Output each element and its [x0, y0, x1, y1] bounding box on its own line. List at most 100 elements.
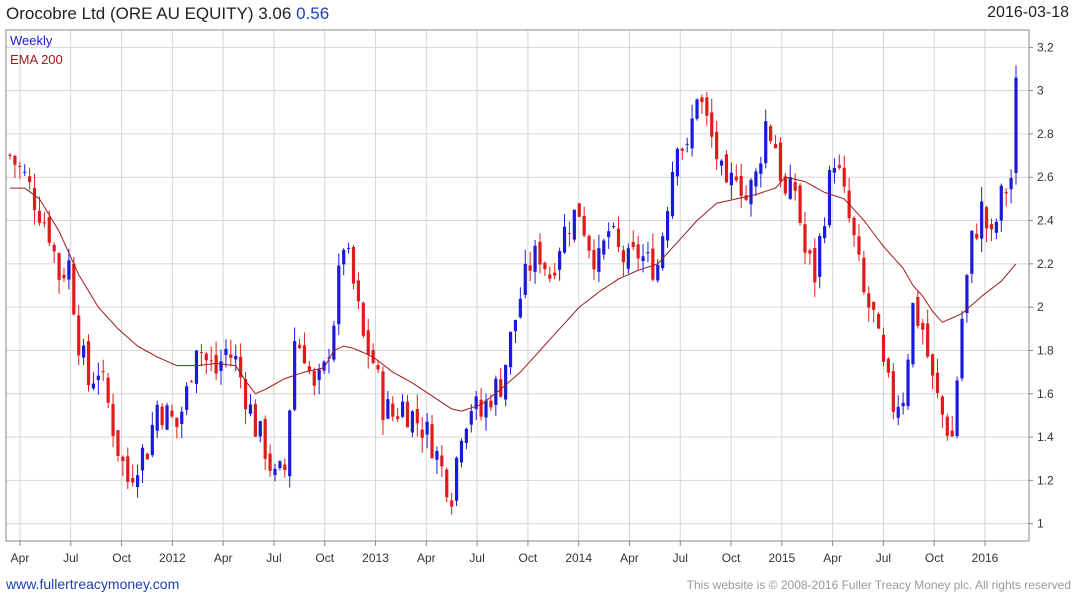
x-axis: Apr Jul Oct 2012 Apr Jul Oct 2013 Apr Jul Oct 2014 A… [11, 541, 999, 565]
candle-body [229, 354, 233, 358]
candle-body [209, 360, 213, 362]
candle-body [881, 334, 886, 363]
candle-body [145, 453, 150, 460]
candle-body [970, 230, 974, 274]
grid [6, 30, 1029, 541]
candle-body [773, 144, 778, 149]
y-tick-label: 1.2 [1037, 473, 1054, 487]
candle-body [1004, 191, 1008, 194]
candle-body [852, 217, 856, 236]
candle-body [940, 396, 944, 415]
candle-body [631, 241, 635, 248]
x-tick-label: Oct [925, 551, 944, 565]
candle-body [621, 250, 626, 263]
candle-body [867, 293, 871, 308]
candle-body [651, 248, 655, 280]
candle-body [366, 330, 370, 355]
candle-body [396, 416, 400, 419]
candle-body [553, 272, 557, 276]
candle-body [872, 301, 876, 310]
candle-body [307, 366, 311, 371]
legend: Weekly EMA 200 [10, 33, 63, 67]
x-tick-label: Apr [214, 551, 233, 565]
candle-body [710, 112, 714, 137]
candle-body [1009, 178, 1013, 190]
candle-body [273, 468, 277, 476]
candle-body [194, 350, 199, 384]
candle-body [975, 233, 979, 239]
legend-item: Weekly [10, 33, 53, 48]
candle-body [719, 160, 724, 166]
candle-body [759, 163, 763, 174]
candle-body [464, 428, 468, 443]
footer-site-link[interactable]: www.fullertreacymoney.com [6, 576, 179, 592]
candle-body [656, 264, 660, 281]
x-tick-label: 2014 [565, 551, 592, 565]
candle-body [930, 354, 935, 376]
candle-body [876, 314, 881, 329]
x-tick-label: Oct [112, 551, 131, 565]
candle-body [950, 430, 954, 437]
candle-body [37, 210, 42, 223]
candle-body [685, 143, 689, 145]
y-tick-label: 3 [1037, 84, 1044, 98]
candle-body [82, 345, 86, 358]
candle-body [42, 222, 46, 224]
candle-body [587, 235, 591, 251]
y-axis: 1 1.2 1.4 1.6 1.8 2 2.2 2.4 2.6 2.8 3 3.2 [1029, 40, 1054, 531]
plot-frame [5, 29, 1030, 542]
candle-body [297, 344, 302, 349]
x-tick-label: Jul [673, 551, 688, 565]
candle-body [538, 241, 542, 265]
candle-body [572, 209, 576, 240]
x-tick-label: Jul [63, 551, 78, 565]
candle-body [739, 175, 743, 196]
candle-body [558, 251, 562, 270]
candle-body [528, 265, 532, 271]
candle-body [312, 370, 316, 386]
x-tick-label: Oct [315, 551, 334, 565]
candle-body [13, 155, 17, 165]
candle-body [121, 456, 125, 462]
candle-body [960, 318, 964, 379]
candle-body [450, 500, 454, 507]
candle-body [302, 345, 307, 364]
candle-body [562, 226, 567, 253]
candle-body [111, 404, 115, 437]
candle-body [405, 401, 410, 428]
candle-body [504, 364, 508, 400]
candle-body [724, 154, 729, 183]
candle-body [577, 203, 581, 217]
candle-body [788, 177, 792, 199]
candle-body [185, 386, 189, 410]
x-tick-label: Oct [519, 551, 538, 565]
candle-body [818, 236, 822, 277]
candle-body [665, 211, 670, 241]
candle-body [798, 185, 802, 223]
candle-body [523, 263, 527, 295]
candle-body [165, 405, 169, 430]
x-tick-label: 2015 [768, 551, 795, 565]
candle-body [994, 221, 998, 233]
candle-body [636, 244, 640, 259]
candle-body [356, 280, 361, 302]
candle-body [180, 411, 184, 424]
candle-body [283, 464, 287, 471]
candle-body [543, 262, 547, 270]
candle-body [77, 315, 81, 356]
candle-body [28, 176, 32, 183]
candle-body [140, 447, 145, 471]
candle-body [646, 252, 650, 254]
x-tick-label: Oct [722, 551, 741, 565]
y-tick-label: 2.4 [1037, 214, 1054, 228]
candle-body [381, 371, 385, 421]
candle-body [769, 126, 773, 142]
candle-body [288, 410, 292, 477]
candle-body [189, 381, 194, 383]
candle-body [661, 236, 665, 269]
candle-body [62, 274, 66, 279]
candle-body [317, 369, 321, 380]
candle-body [754, 171, 758, 187]
candle-body [361, 302, 365, 336]
price-chart: 1 1.2 1.4 1.6 1.8 2 2.2 2.4 2.6 2.8 3 3.2 Apr Jul Oct… [5, 29, 1054, 565]
